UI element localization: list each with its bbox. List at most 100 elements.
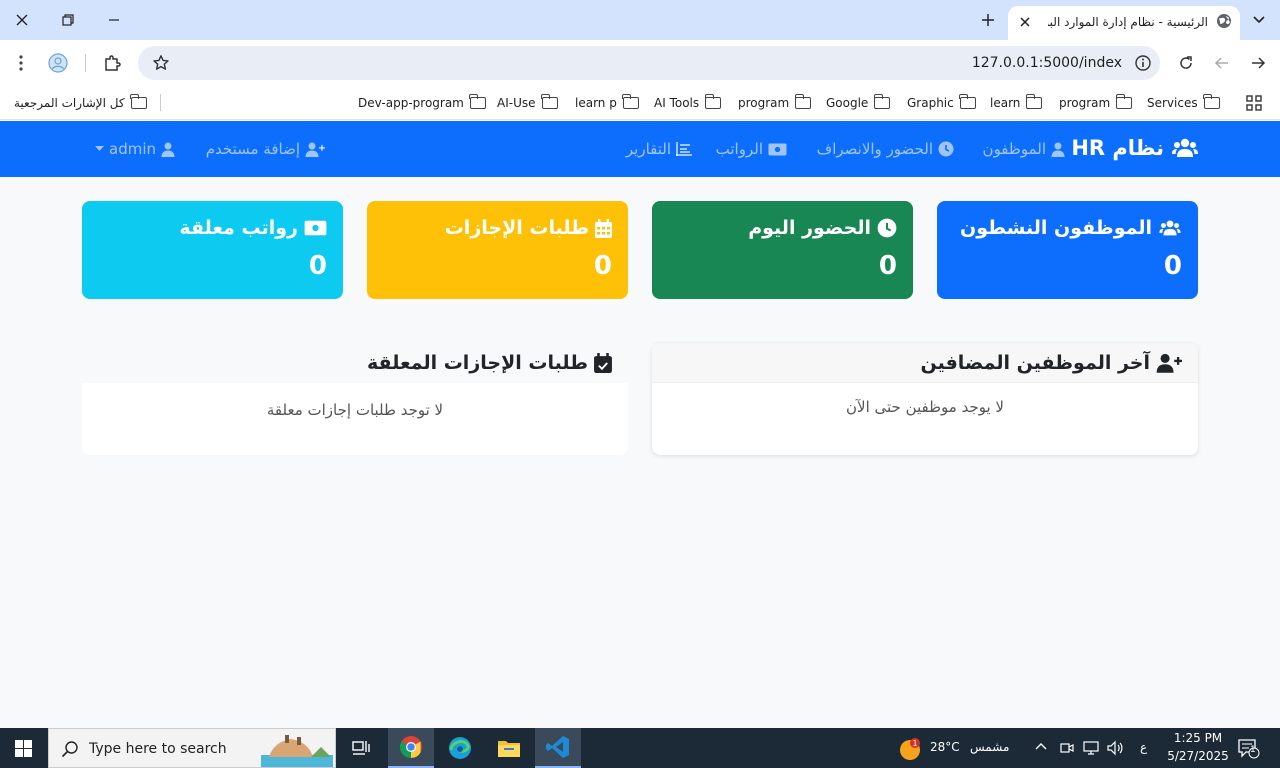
arrow-right-icon <box>1252 57 1266 69</box>
bookmark-label: Google <box>826 96 869 110</box>
browser-tab-strip: الرئيسية - نظام إدارة الموارد البشرية <box>0 0 1280 40</box>
taskbar-chrome[interactable] <box>388 728 434 768</box>
folder-icon <box>1115 94 1133 109</box>
folder-icon <box>540 94 558 109</box>
tab-search-button[interactable] <box>1244 6 1274 34</box>
bookmark-learn[interactable]: learn <box>990 93 1043 113</box>
bookmark-star-icon[interactable] <box>152 54 170 72</box>
reload-button[interactable] <box>1171 48 1201 78</box>
nav-reports[interactable]: التقارير <box>626 140 692 158</box>
notifications-button[interactable]: 1 <box>1238 739 1260 759</box>
chart-icon <box>676 142 692 156</box>
stat-card-pending-salaries: رواتب معلقة 0 <box>82 201 343 299</box>
folder-icon <box>873 94 891 109</box>
taskbar-search-box[interactable]: Type here to search <box>48 728 336 768</box>
menu-button[interactable] <box>6 48 36 78</box>
folder-icon <box>704 94 722 109</box>
back-button[interactable] <box>1207 48 1237 78</box>
bookmark-learn-p[interactable]: learn p <box>575 93 639 113</box>
weather-temp[interactable]: 28°C <box>930 740 960 754</box>
start-button[interactable] <box>0 728 46 768</box>
tab-close-button[interactable] <box>1016 13 1034 31</box>
address-bar[interactable]: 127.0.0.1:5000/index <box>138 46 1160 80</box>
users-icon <box>1172 138 1198 157</box>
empty-message: لا توجد طلبات إجازات معلقة <box>266 401 444 419</box>
window-restore-button[interactable] <box>50 4 86 36</box>
stat-value: 0 <box>308 251 327 281</box>
taskbar-vscode[interactable] <box>535 728 581 768</box>
network-icon[interactable] <box>1083 740 1099 756</box>
show-hidden-icons-button[interactable] <box>1035 742 1047 750</box>
empty-message: لا يوجد موظفين حتى الآن <box>846 398 1004 416</box>
user-tie-icon <box>1051 142 1065 157</box>
bookmark-services[interactable]: Services <box>1147 93 1220 113</box>
profile-button[interactable] <box>43 48 73 78</box>
window-close-button[interactable] <box>4 4 40 36</box>
brand-link[interactable]: نظام HR <box>1071 136 1198 160</box>
nav-label: الرواتب <box>715 140 763 158</box>
bookmark-dev-app-program[interactable]: Dev-app-program <box>358 93 486 113</box>
input-language[interactable]: ع <box>1140 740 1147 754</box>
folder-icon <box>622 94 639 109</box>
extensions-button[interactable] <box>97 48 127 78</box>
money-bill-icon <box>768 143 787 155</box>
weather-badge: 1 <box>912 739 917 748</box>
panel-title: آخر الموظفين المضافين <box>920 351 1150 374</box>
user-menu-dropdown[interactable]: admin <box>95 140 175 158</box>
browser-tab-active[interactable]: الرئيسية - نظام إدارة الموارد البشرية <box>1008 6 1240 40</box>
bookmark-ai-use[interactable]: AI-Use <box>497 93 558 113</box>
stat-title: الحضور اليوم <box>748 217 871 239</box>
url-text[interactable]: 127.0.0.1:5000/index <box>972 55 1122 71</box>
vscode-icon <box>546 736 569 758</box>
bookmarks-bar: كل الإشارات المرجعية Dev-app-program AI-… <box>0 86 1280 120</box>
bookmark-label: Dev-app-program <box>358 96 464 110</box>
clock-date[interactable]: 5/27/2025 <box>1166 749 1230 763</box>
tab-title: الرئيسية - نظام إدارة الموارد البشرية <box>1048 15 1208 29</box>
apps-grid-icon <box>1246 95 1262 111</box>
nav-label: الحضور والانصراف <box>816 140 933 158</box>
browser-toolbar: 127.0.0.1:5000/index <box>0 40 1280 86</box>
reload-icon <box>1180 56 1192 69</box>
window-minimize-button[interactable] <box>96 4 132 36</box>
nav-add-user[interactable]: إضافة مستخدم <box>206 140 325 158</box>
bookmarks-divider <box>160 94 161 111</box>
task-view-button[interactable] <box>338 728 384 768</box>
nav-employees[interactable]: الموظفون <box>983 140 1065 158</box>
nav-attendance[interactable]: الحضور والانصراف <box>817 140 954 158</box>
bookmark-graphic[interactable]: Graphic <box>907 93 976 113</box>
site-info-icon[interactable] <box>1134 54 1152 72</box>
edge-icon <box>449 737 471 759</box>
folder-icon <box>959 94 976 109</box>
taskbar-file-explorer[interactable] <box>486 728 532 768</box>
brand-text: نظام HR <box>1071 136 1164 160</box>
bookmark-google[interactable]: Google <box>826 93 891 113</box>
panel-title: طلبات الإجازات المعلقة <box>367 352 588 374</box>
taskbar-edge[interactable] <box>437 728 483 768</box>
money-bill-icon <box>304 220 327 236</box>
stat-card-active-employees: الموظفون النشطون 0 <box>937 201 1198 299</box>
bookmark-label: AI-Use <box>497 96 536 110</box>
forward-button[interactable] <box>1243 48 1273 78</box>
weather-description[interactable]: مشمس <box>970 740 1009 754</box>
meet-now-icon[interactable] <box>1059 740 1075 756</box>
user-plus-icon <box>1156 353 1182 373</box>
apps-button[interactable] <box>1246 93 1262 113</box>
task-view-icon <box>352 741 370 755</box>
user-icon <box>161 142 175 157</box>
bookmark-program-1[interactable]: program <box>1059 93 1133 113</box>
folder-icon <box>498 741 520 757</box>
bookmark-ai-tools[interactable]: AI Tools <box>654 93 722 113</box>
clock-time[interactable]: 1:25 PM <box>1172 731 1224 745</box>
bookmark-program-2[interactable]: program <box>738 93 812 113</box>
panel-title-row: طلبات الإجازات المعلقة <box>367 352 612 374</box>
calendar-check-icon <box>594 353 612 373</box>
bookmark-label: Graphic <box>907 96 954 110</box>
user-plus-icon <box>305 142 325 157</box>
nav-payroll[interactable]: الرواتب <box>716 140 787 158</box>
nav-label: الموظفون <box>982 140 1046 158</box>
all-bookmarks-button[interactable]: كل الإشارات المرجعية <box>14 93 147 113</box>
windows-logo-icon <box>14 739 32 757</box>
weather-icon[interactable]: 1 <box>899 737 923 761</box>
new-tab-button[interactable] <box>976 8 1000 32</box>
volume-icon[interactable] <box>1106 740 1124 756</box>
